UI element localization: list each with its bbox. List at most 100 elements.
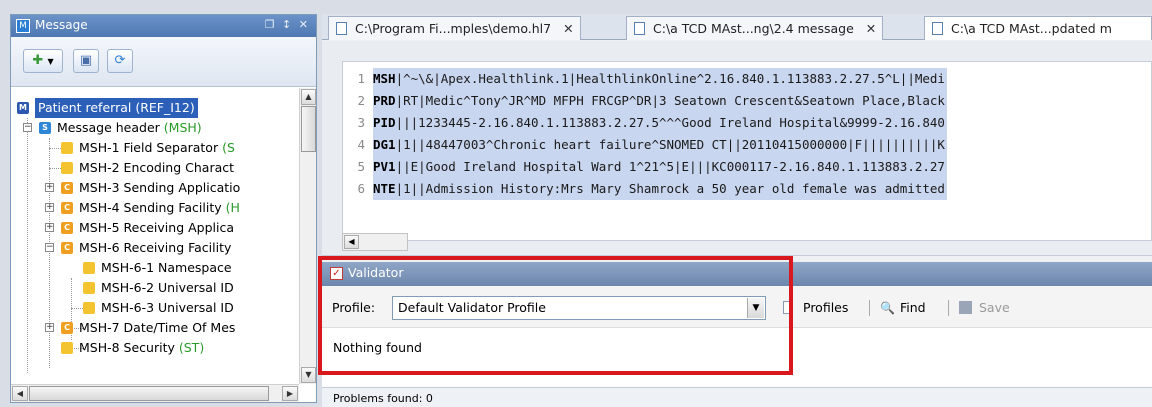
add-node-button[interactable]: ✚ ▼ — [23, 49, 63, 73]
document-icon — [634, 22, 645, 35]
collapse-icon: ▣ — [79, 53, 93, 68]
segment-content: |1||48447003^Chronic heart failure^SNOME… — [395, 137, 945, 152]
tree-node-label: MSH-6-1 Namespace — [101, 260, 232, 275]
save-icon — [959, 301, 972, 314]
save-button-label: Save — [979, 300, 1010, 315]
segment-content: ||E|Good Ireland Hospital Ward 1^21^5|E|… — [395, 159, 945, 174]
scroll-thumb[interactable] — [29, 386, 269, 401]
tab-demo-hl7[interactable]: C:\Program Fi...mples\demo.hl7 ✕ — [328, 16, 581, 40]
scroll-down-icon[interactable]: ▼ — [301, 367, 316, 383]
segment-content: |RT|Medic^Tony^JR^MD MFPH FRCGP^DR|3 Sea… — [395, 93, 945, 108]
document-icon — [932, 22, 943, 35]
composite-icon: C — [61, 202, 73, 214]
segment-name: PID — [373, 115, 396, 130]
close-icon[interactable]: ✕ — [866, 21, 876, 36]
message-panel-icon: M — [16, 19, 30, 33]
field-icon — [61, 162, 73, 174]
expand-toggle-icon[interactable]: + — [45, 223, 54, 232]
scroll-right-icon[interactable]: ▶ — [282, 386, 298, 401]
scroll-up-icon[interactable]: ▲ — [301, 89, 316, 105]
problems-count: Problems found: 0 — [333, 392, 433, 405]
line-number: 2 — [357, 93, 365, 108]
profiles-button-label: Profiles — [803, 300, 849, 315]
line-number: 5 — [357, 159, 365, 174]
scroll-thumb[interactable] — [301, 106, 316, 152]
line-number: 4 — [357, 137, 365, 152]
collapse-toggle-icon[interactable]: − — [45, 243, 54, 252]
tree-vertical-scrollbar[interactable]: ▲ ▼ — [299, 88, 316, 384]
code-horizontal-scrollbar[interactable]: ◀ — [342, 233, 408, 251]
find-button-label: Find — [900, 300, 926, 315]
expand-toggle-icon[interactable]: + — [45, 203, 54, 212]
profiles-button[interactable]: Profiles — [783, 298, 848, 318]
segment-name: DG1 — [373, 137, 396, 152]
message-panel-title: Message — [35, 18, 88, 32]
close-icon[interactable]: ✕ — [563, 21, 573, 36]
tree-node-type: (REF_I12) — [135, 100, 195, 115]
validator-title: Validator — [348, 265, 404, 280]
composite-icon: C — [61, 222, 73, 234]
hl7-editor: 1 MSH|^~\&|Apex.Healthlink.1|HealthlinkO… — [322, 41, 1152, 256]
segment-content: |^~\&|Apex.Healthlink.1|HealthlinkOnline… — [395, 71, 945, 86]
tree-node-type: (S — [222, 140, 235, 155]
line-number: 1 — [357, 71, 365, 86]
tree-horizontal-scrollbar[interactable]: ◀ ▶ — [11, 384, 299, 402]
segment-name: MSH — [373, 71, 396, 86]
tree-node-label: MSH-3 Sending Applicatio — [79, 180, 241, 195]
status-bar: Problems found: 0 — [322, 387, 1152, 407]
expand-toggle-icon[interactable]: + — [45, 183, 54, 192]
message-panel-titlebar: M Message ❐ ↕ ✕ — [11, 15, 316, 37]
validator-toolbar: Profile: Default Validator Profile ▼ Pro… — [322, 286, 1152, 328]
field-icon — [83, 282, 95, 294]
tree-node-label: MSH-7 Date/Time Of Mes — [79, 320, 236, 335]
validator-titlebar[interactable]: ✓ Validator — [322, 262, 1152, 286]
segment-name: PRD — [373, 93, 396, 108]
tree-node-type: (ST) — [178, 340, 205, 355]
expand-toggle-icon[interactable]: + — [45, 323, 54, 332]
composite-icon: C — [61, 242, 73, 254]
chevron-down-icon[interactable]: ▼ — [747, 298, 764, 318]
scroll-left-icon[interactable]: ◀ — [12, 386, 28, 401]
validator-panel: Profile: Default Validator Profile ▼ Pro… — [322, 286, 1152, 387]
tab-2-4-message[interactable]: C:\a TCD MAst...ng\2.4 message ✕ — [626, 16, 884, 40]
composite-icon: C — [61, 322, 73, 334]
profile-select-value: Default Validator Profile — [398, 300, 546, 315]
refresh-button[interactable]: ⟳ — [107, 49, 133, 73]
chevron-down-icon: ▼ — [47, 57, 54, 66]
line-number: 6 — [357, 181, 365, 196]
panel-window-controls[interactable]: ❐ ↕ ✕ — [265, 18, 310, 31]
add-node-icon: ✚ — [32, 53, 44, 68]
app-window: M Message ❐ ↕ ✕ ✚ ▼ ▣ ⟳ M Patient referr… — [0, 0, 1152, 407]
profile-select[interactable]: Default Validator Profile ▼ — [392, 296, 766, 320]
toolbar-divider — [948, 300, 949, 316]
tree-node-label: MSH-1 Field Separator — [79, 140, 219, 155]
save-button[interactable]: Save — [959, 298, 1010, 318]
toolbar-divider — [869, 300, 870, 316]
tree-node-label: Message header — [57, 120, 160, 135]
line-number: 3 — [357, 115, 365, 130]
scroll-left-icon[interactable]: ◀ — [344, 235, 359, 249]
document-icon — [336, 22, 347, 35]
code-view[interactable]: 1 MSH|^~\&|Apex.Healthlink.1|HealthlinkO… — [342, 61, 1152, 241]
message-panel: M Message ❐ ↕ ✕ ✚ ▼ ▣ ⟳ M Patient referr… — [10, 14, 317, 403]
segment-content: |1||Admission History:Mrs Mary Shamrock … — [395, 181, 945, 196]
profile-label: Profile: — [332, 300, 376, 315]
document-tabs: C:\Program Fi...mples\demo.hl7 ✕ C:\a TC… — [322, 14, 1152, 40]
editor-area: C:\Program Fi...mples\demo.hl7 ✕ C:\a TC… — [322, 14, 1152, 407]
collapse-toggle-icon[interactable]: − — [23, 123, 32, 132]
field-icon — [61, 142, 73, 154]
tab-updated-message[interactable]: C:\a TCD MAst...pdated m — [924, 16, 1152, 40]
message-tree: M Patient referral (REF_I12) − S Message… — [11, 88, 299, 384]
find-button[interactable]: 🔍 Find — [880, 298, 926, 318]
validator-check-icon: ✓ — [330, 267, 343, 280]
field-icon — [61, 342, 73, 354]
search-icon: 🔍 — [880, 301, 895, 315]
tree-node-label: MSH-4 Sending Facility — [79, 200, 222, 215]
collapse-button[interactable]: ▣ — [73, 49, 99, 73]
tab-label: C:\a TCD MAst...ng\2.4 message — [653, 21, 854, 36]
refresh-icon: ⟳ — [114, 53, 126, 68]
tree-node-label: MSH-6 Receiving Facility — [79, 240, 232, 255]
segment-name: NTE — [373, 181, 396, 196]
tab-label: C:\a TCD MAst...pdated m — [951, 21, 1112, 36]
profiles-document-icon — [783, 301, 793, 314]
